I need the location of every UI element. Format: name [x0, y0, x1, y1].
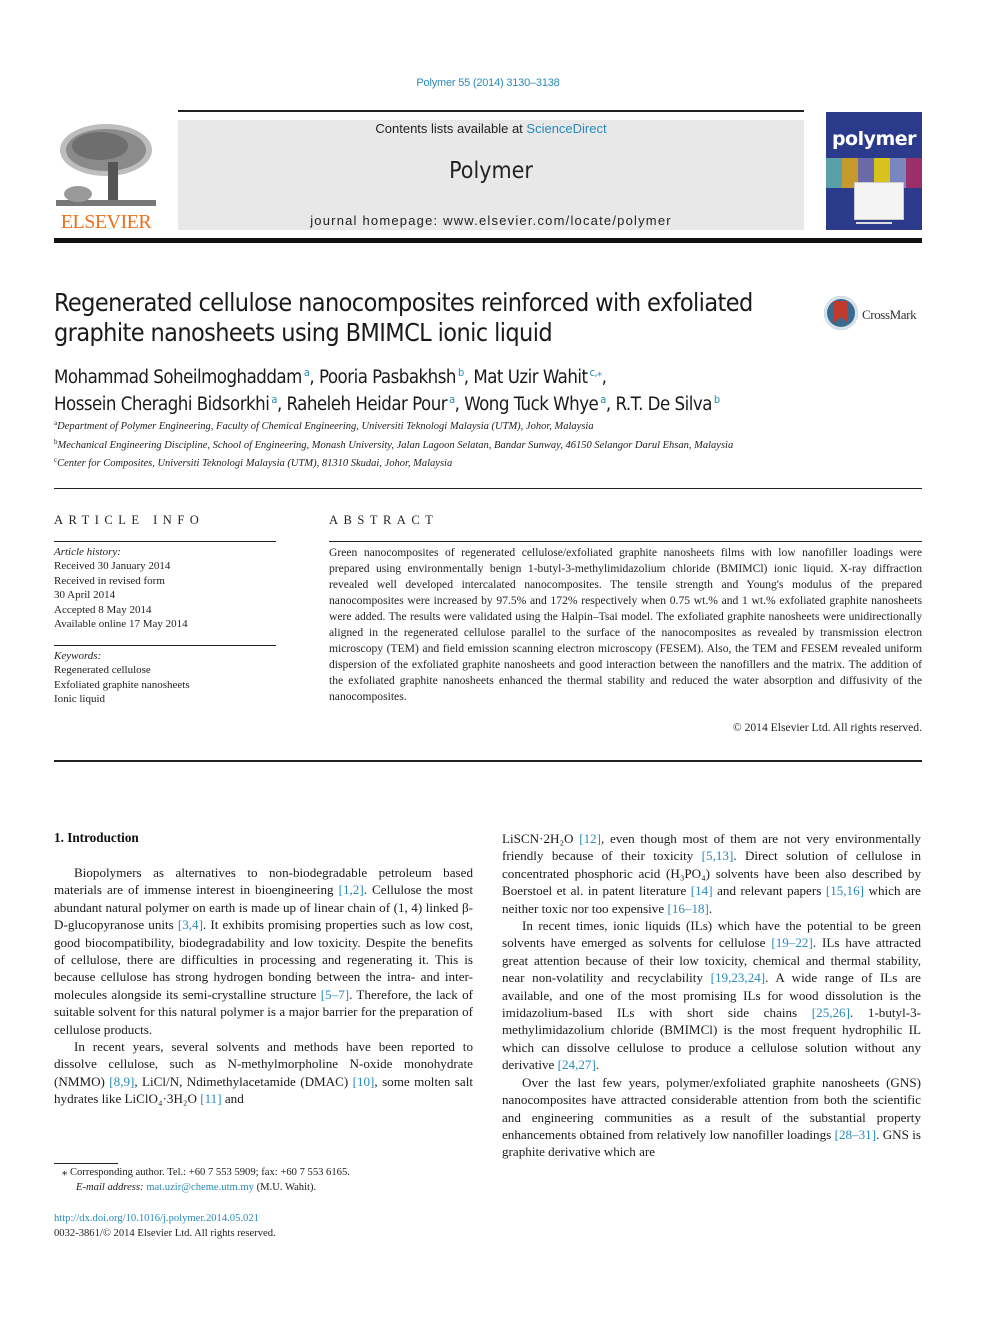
author-email-link[interactable]: mat.uzir@cheme.utm.my	[146, 1182, 254, 1193]
section-heading: 1. Introduction	[54, 830, 139, 845]
doi-link[interactable]: http://dx.doi.org/10.1016/j.polymer.2014…	[54, 1213, 259, 1224]
author[interactable]: Mat Uzir Wahit c,⁎	[473, 366, 603, 388]
divider	[54, 760, 922, 762]
title-line: Regenerated cellulose nanocomposites rei…	[54, 288, 753, 317]
keywords-label: Keywords:	[54, 650, 102, 662]
footnote-rule	[54, 1163, 118, 1164]
contents-line: Contents lists available at ScienceDirec…	[375, 121, 607, 136]
author[interactable]: Wong Tuck Whye a	[464, 393, 606, 415]
citation-link[interactable]: [5–7]	[321, 987, 349, 1002]
cover-title: polymer	[831, 128, 917, 150]
citation-link[interactable]: [25,26]	[812, 1005, 850, 1020]
citation-link[interactable]: [1,2]	[339, 882, 364, 897]
history-item: Received 30 January 2014	[54, 560, 171, 573]
crossmark-label: CrossMark	[862, 307, 917, 322]
author[interactable]: Mohammad Soheilmoghaddam a	[54, 366, 310, 388]
sciencedirect-link[interactable]: ScienceDirect	[526, 121, 606, 136]
citation-link[interactable]: [5,13]	[702, 848, 734, 863]
citation-link[interactable]: [8,9]	[109, 1074, 134, 1089]
article-history: Article history: Received 30 January 201…	[54, 545, 276, 631]
paragraph-text: .	[595, 1057, 600, 1073]
abstract-heading: ABSTRACT	[329, 513, 439, 527]
author[interactable]: Pooria Pasbakhsh b	[319, 366, 464, 388]
abstract-text: Green nanocomposites of regenerated cell…	[329, 546, 922, 703]
citation-link[interactable]: [3,4]	[178, 917, 203, 932]
history-item: Available online 17 May 2014	[54, 618, 188, 631]
paragraph: Over the last few years, polymer/exfolia…	[502, 1074, 921, 1161]
doi-block: http://dx.doi.org/10.1016/j.polymer.2014…	[54, 1211, 276, 1241]
keyword: Regenerated cellulose	[54, 664, 151, 677]
citation-link[interactable]: [12]	[579, 831, 601, 846]
affiliation-marker[interactable]: c,⁎	[590, 366, 603, 379]
email-note: E-mail address: mat.uzir@cheme.utm.my (M…	[76, 1182, 317, 1193]
divider	[54, 541, 276, 542]
author[interactable]: Hossein Cheraghi Bidsorkhi a	[54, 393, 277, 415]
abstract-copyright: © 2014 Elsevier Ltd. All rights reserved…	[732, 721, 922, 734]
body-column-left: Biopolymers as alternatives to non-biode…	[54, 864, 473, 1108]
author[interactable]: Raheleh Heidar Pour a	[287, 393, 456, 415]
divider	[329, 541, 922, 542]
paragraph: In recent times, ionic liquids (ILs) whi…	[502, 917, 921, 1074]
journal-masthead: Contents lists available at ScienceDirec…	[178, 120, 804, 230]
corresponding-author-note: ⁎ Corresponding author. Tel.: +60 7 553 …	[62, 1167, 350, 1178]
paragraph-text: LiSCN·2H₂O	[502, 831, 580, 846]
journal-cover-image[interactable]: polymer	[826, 112, 922, 230]
cover-figure	[854, 182, 904, 220]
citation-link[interactable]: [19,23,24]	[711, 970, 766, 985]
cover-footer	[856, 222, 892, 224]
citation-link[interactable]: [11]	[200, 1091, 221, 1106]
citation-link[interactable]: [16–18]	[667, 901, 708, 916]
author-line: Mohammad Soheilmoghaddam a, Pooria Pasbak…	[54, 366, 607, 388]
citation-link[interactable]: [24,27]	[558, 1057, 596, 1072]
keyword: Exfoliated graphite nanosheets	[54, 678, 190, 691]
author-list: Mohammad Soheilmoghaddam a, Pooria Pasbak…	[54, 362, 854, 416]
article-title: Regenerated cellulose nanocomposites rei…	[54, 288, 794, 348]
journal-homepage[interactable]: journal homepage: www.elsevier.com/locat…	[178, 213, 804, 228]
citation-link[interactable]: [10]	[353, 1074, 375, 1089]
paragraph: LiSCN·2H₂O [12], even though most of the…	[502, 830, 921, 917]
footnotes: ⁎ Corresponding author. Tel.: +60 7 553 …	[54, 1165, 474, 1195]
issn-copyright: 0032-3861/© 2014 Elsevier Ltd. All right…	[54, 1228, 276, 1239]
affiliation: aDepartment of Polymer Engineering, Facu…	[54, 419, 594, 432]
paragraph-text: .	[708, 900, 713, 916]
journal-citation-link[interactable]: Polymer 55 (2014) 3130–3138	[0, 77, 976, 89]
affiliations: aDepartment of Polymer Engineering, Facu…	[54, 416, 794, 472]
divider	[54, 488, 922, 489]
history-item: 30 April 2014	[54, 589, 116, 602]
keywords: Keywords: Regenerated cellulose Exfoliat…	[54, 649, 276, 707]
elsevier-tree-icon	[56, 124, 156, 206]
citation-link[interactable]: [14]	[691, 883, 713, 898]
paragraph-text: and relevant papers	[712, 883, 826, 899]
paragraph: Biopolymers as alternatives to non-biode…	[54, 864, 473, 1038]
history-label: Article history:	[54, 546, 121, 558]
paragraph: In recent years, several solvents and me…	[54, 1038, 473, 1108]
body-column-right: LiSCN·2H₂O [12], even though most of the…	[502, 830, 921, 1161]
elsevier-wordmark: ELSEVIER	[60, 211, 152, 233]
keyword: Ionic liquid	[54, 693, 106, 706]
affiliation-marker[interactable]: b	[714, 393, 720, 406]
article-info-heading: ARTICLE INFO	[54, 513, 205, 527]
citation-link[interactable]: [15,16]	[826, 883, 864, 898]
header-rule	[178, 110, 804, 112]
title-line: graphite nanosheets using BMIMCL ionic l…	[54, 318, 553, 347]
journal-name: Polymer	[449, 158, 533, 184]
crossmark-button[interactable]: CrossMark	[824, 296, 924, 334]
divider	[54, 645, 276, 646]
history-item: Received in revised form	[54, 574, 165, 587]
header-thick-rule	[54, 238, 922, 243]
affiliation: cCenter for Composites, Universiti Tekno…	[54, 456, 453, 470]
history-item: Accepted 8 May 2014	[54, 603, 152, 616]
citation-link[interactable]: [28–31]	[835, 1127, 876, 1142]
citation-link[interactable]: [19–22]	[771, 935, 812, 950]
affiliation: bMechanical Engineering Discipline, Scho…	[54, 437, 734, 451]
elsevier-logo[interactable]: ELSEVIER	[54, 118, 158, 234]
paragraph-text: , LiCl/N, Ndimethylacetamide (DMAC)	[134, 1073, 353, 1089]
paragraph-text: and	[221, 1091, 244, 1107]
author[interactable]: R.T. De Silva b	[615, 393, 720, 415]
author-line: Hossein Cheraghi Bidsorkhi a, Raheleh Hei…	[54, 393, 720, 415]
crossmark-ribbon-icon	[834, 301, 848, 323]
